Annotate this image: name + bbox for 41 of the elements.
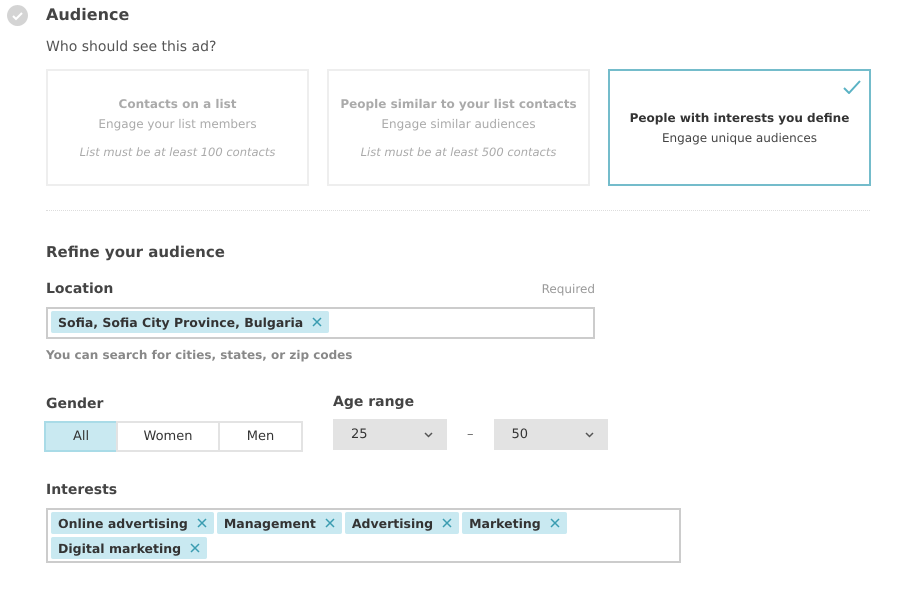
audience-option-card[interactable]: People with interests you define Engage unique audiences <box>608 69 871 186</box>
check-icon <box>843 80 861 94</box>
remove-icon[interactable] <box>550 518 560 528</box>
gender-label: Gender <box>46 396 104 412</box>
max-age-select[interactable]: 50 <box>494 419 608 450</box>
option-note: List must be at least 100 contacts <box>80 144 276 158</box>
location-hint: You can search for cities, states, or zip codes <box>46 348 354 362</box>
option-note: List must be at least 500 contacts <box>360 144 556 158</box>
question-text: Who should see this ad? <box>46 39 218 55</box>
caret-icon <box>584 432 594 438</box>
age-range-label: Age range <box>333 394 416 410</box>
tag-text: Sofia, Sofia City Province, Bulgaria <box>58 314 304 330</box>
option-subtitle: Engage similar audiences <box>381 116 536 130</box>
option-title: People similar to your list contacts <box>340 96 577 110</box>
gender-option[interactable]: Women <box>116 421 220 452</box>
location-label: Location <box>46 281 114 297</box>
tag-text: Online advertising <box>58 516 188 530</box>
remove-icon[interactable] <box>442 518 452 528</box>
required-label: Required <box>542 282 595 296</box>
tag-text: Management <box>224 516 316 530</box>
interests-field[interactable]: Online advertising Management Advertising Marketing Digital marketing <box>46 508 681 563</box>
tag-text: Digital marketing <box>58 540 182 556</box>
option-subtitle: Engage your list members <box>98 116 257 130</box>
interests-label: Interests <box>46 482 118 498</box>
range-separator: – <box>466 427 474 442</box>
min-age-select[interactable]: 25 <box>333 419 447 450</box>
caret-icon <box>424 432 433 438</box>
remove-icon[interactable] <box>312 317 322 327</box>
section-title: Audience <box>46 4 130 26</box>
location-field[interactable]: Sofia, Sofia City Province, Bulgaria <box>46 307 595 339</box>
option-title: People with interests you define <box>630 110 850 124</box>
tag-text: Marketing <box>469 516 541 530</box>
tag-text: Advertising <box>352 516 434 530</box>
refine-title: Refine your audience <box>46 243 226 261</box>
remove-icon[interactable] <box>324 518 335 528</box>
option-subtitle: Engage unique audiences <box>662 130 818 144</box>
option-title: Contacts on a list <box>118 96 236 110</box>
gender-option[interactable]: Men <box>218 421 303 452</box>
remove-icon[interactable] <box>196 518 207 528</box>
remove-icon[interactable] <box>190 543 200 553</box>
gender-option[interactable]: All <box>44 421 118 452</box>
